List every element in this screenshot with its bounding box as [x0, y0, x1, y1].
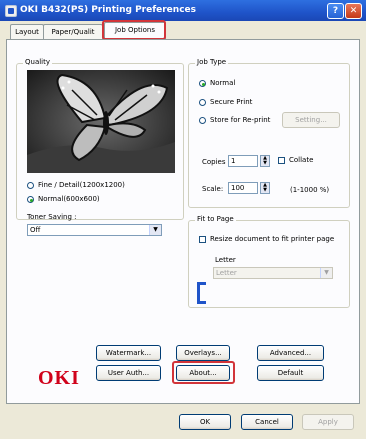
copies-label: Copies: [202, 158, 226, 166]
scale-label: Scale:: [202, 185, 224, 193]
printing-preferences-window: OKI B432(PS) Printing Preferences ? ✕ La…: [0, 0, 366, 439]
scale-range-label: (1-1000 %): [290, 186, 330, 194]
resize-document-label: Resize document to fit printer page: [210, 235, 335, 243]
scale-input[interactable]: 100: [228, 182, 258, 194]
quality-fine-label: Fine / Detail(1200x1200): [38, 181, 125, 189]
user-auth-button[interactable]: User Auth...: [96, 365, 161, 381]
advanced-button[interactable]: Advanced...: [257, 345, 324, 361]
paper-size-label: Letter: [215, 256, 236, 264]
apply-button[interactable]: Apply: [302, 414, 354, 430]
copies-input[interactable]: 1: [228, 155, 258, 167]
resize-document-checkbox[interactable]: [199, 236, 206, 243]
close-button[interactable]: ✕: [345, 3, 362, 19]
job-type-store-radio[interactable]: [199, 117, 206, 124]
about-highlight-box: [172, 361, 235, 384]
job-type-secure-radio[interactable]: [199, 99, 206, 106]
window-title: OKI B432(PS) Printing Preferences: [20, 5, 196, 15]
default-button[interactable]: Default: [257, 365, 324, 381]
tab-highlight-box: [102, 20, 166, 40]
overlays-button[interactable]: Overlays...: [176, 345, 230, 361]
copies-stepper[interactable]: ▲ ▼: [260, 155, 270, 167]
help-button[interactable]: ?: [327, 3, 344, 19]
cancel-button[interactable]: Cancel: [241, 414, 293, 430]
job-type-normal-radio[interactable]: [199, 80, 206, 87]
quality-group-label: Quality: [23, 58, 53, 66]
scale-stepper[interactable]: ▲ ▼: [260, 182, 270, 194]
collate-checkbox[interactable]: [278, 157, 285, 164]
paper-size-value: Letter: [216, 269, 237, 277]
quality-fine-radio[interactable]: [27, 182, 34, 189]
tab-paper-quality[interactable]: Paper/Qualit: [43, 24, 103, 39]
title-bar: OKI B432(PS) Printing Preferences ? ✕: [0, 0, 366, 21]
quality-preview-image: [27, 70, 175, 173]
chevron-down-icon: ▼: [320, 268, 332, 278]
chevron-down-icon: ▼: [149, 225, 161, 235]
toner-saving-value: Off: [30, 226, 41, 234]
toner-saving-select[interactable]: Off ▼: [27, 224, 162, 236]
job-type-store-label: Store for Re-print: [210, 116, 271, 124]
quality-normal-label: Normal(600x600): [38, 195, 100, 203]
toner-saving-label: Toner Saving :: [27, 213, 77, 221]
oki-logo: OKI: [38, 367, 80, 389]
paper-size-select[interactable]: Letter ▼: [213, 267, 333, 279]
collate-label: Collate: [289, 156, 314, 164]
ok-button[interactable]: OK: [179, 414, 231, 430]
job-type-group-label: Job Type: [195, 58, 229, 66]
job-type-normal-label: Normal: [210, 79, 236, 87]
quality-normal-radio[interactable]: [27, 196, 34, 203]
fit-to-page-group: Fit to Page: [188, 215, 350, 308]
fit-to-page-group-label: Fit to Page: [195, 215, 236, 223]
tab-layout[interactable]: Layout: [10, 24, 44, 39]
setting-button[interactable]: Setting...: [282, 112, 340, 128]
fit-to-page-arrow-icon: [197, 282, 206, 304]
printer-app-icon: [5, 5, 17, 17]
watermark-button[interactable]: Watermark...: [96, 345, 161, 361]
job-type-secure-label: Secure Print: [210, 98, 253, 106]
